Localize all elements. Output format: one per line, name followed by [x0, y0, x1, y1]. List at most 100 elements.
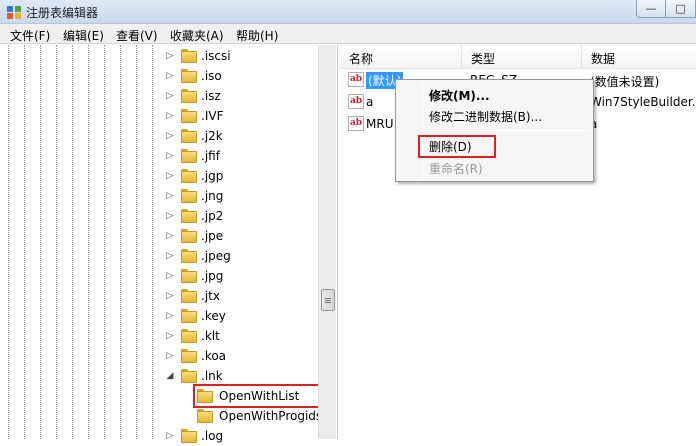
string-value-icon: ab: [348, 94, 364, 109]
menu-edit[interactable]: 编辑(E): [63, 27, 104, 44]
openwithlist-highlight-box: [193, 384, 321, 408]
tree-item[interactable]: ▷ .jtx: [0, 286, 318, 306]
folder-icon: [181, 269, 197, 283]
tree-item-label: .key: [201, 309, 226, 323]
expand-arrow-icon[interactable]: ▷: [165, 310, 175, 322]
minimize-icon: —: [645, 2, 657, 15]
folder-icon: [181, 209, 197, 223]
tree-item[interactable]: ▷ .jpg: [0, 266, 318, 286]
string-value-icon: ab: [348, 72, 364, 87]
tree-item-label: .jng: [201, 189, 224, 203]
tree-item[interactable]: ▷ .jp2: [0, 206, 318, 226]
regedit-app-icon: [7, 6, 21, 19]
expand-arrow-icon[interactable]: ▷: [165, 210, 175, 222]
context-menu: 修改(M)... 修改二进制数据(B)... 删除(D) 重命名(R): [395, 79, 594, 182]
folder-icon: [181, 309, 197, 323]
tree-item-label: .jtx: [201, 289, 220, 303]
column-header-data[interactable]: 数据: [582, 45, 696, 69]
tree-item[interactable]: ▷ .jpe: [0, 226, 318, 246]
tree-item[interactable]: ▷ .klt: [0, 326, 318, 346]
tree-item[interactable]: ▷ .key: [0, 306, 318, 326]
folder-icon: [181, 349, 197, 363]
folder-icon: [181, 229, 197, 243]
tree-item[interactable]: ▷ .koa: [0, 346, 318, 366]
expand-arrow-icon[interactable]: ▷: [165, 110, 175, 122]
folder-icon: [181, 149, 197, 163]
tree-item[interactable]: ◢ .lnk: [0, 366, 318, 386]
menu-view[interactable]: 查看(V): [116, 27, 158, 44]
tree-item-label: .jpe: [201, 229, 224, 243]
maximize-icon: □: [675, 2, 686, 15]
value-data: (数值未设置): [590, 75, 660, 89]
tree-item-label: .klt: [201, 329, 220, 343]
tree-item-label: .iso: [201, 69, 222, 83]
tree-item-label: .IVF: [201, 109, 224, 123]
expand-arrow-icon[interactable]: ▷: [165, 270, 175, 282]
expand-arrow-icon[interactable]: ▷: [165, 250, 175, 262]
folder-icon: [181, 429, 197, 443]
menu-file[interactable]: 文件(F): [10, 27, 50, 44]
expand-arrow-icon[interactable]: ▷: [165, 50, 175, 62]
maximize-button[interactable]: □: [665, 0, 696, 18]
tree-item[interactable]: ▷ .IVF: [0, 106, 318, 126]
folder-icon: [181, 169, 197, 183]
tree-item[interactable]: ▷ .jng: [0, 186, 318, 206]
tree-item-label: .jgp: [201, 169, 224, 183]
menu-help[interactable]: 帮助(H): [236, 27, 278, 44]
expand-arrow-icon[interactable]: ▷: [165, 330, 175, 342]
expand-arrow-icon[interactable]: ▷: [165, 90, 175, 102]
expand-arrow-icon[interactable]: ▷: [165, 130, 175, 142]
folder-icon: [181, 189, 197, 203]
expand-arrow-icon[interactable]: ▷: [165, 170, 175, 182]
minimize-button[interactable]: —: [636, 0, 666, 18]
tree-item[interactable]: ▷ .iso: [0, 66, 318, 86]
delete-highlight-box: [418, 135, 496, 158]
folder-icon: [181, 109, 197, 123]
key-tree-pane[interactable]: ▷ .iscsi ▷ .iso ▷ .isz ▷ .IVF ▷ .j2k ▷ .jfif ▷ .jgp ▷.…: [0, 45, 338, 443]
tree-item[interactable]: ▷ .isz: [0, 86, 318, 106]
title-bar: 注册表编辑器 — □: [0, 0, 696, 24]
column-header-name[interactable]: 名称: [340, 45, 462, 69]
expand-arrow-icon[interactable]: ▷: [165, 430, 175, 442]
menu-item-modify[interactable]: 修改(M)...: [429, 87, 490, 104]
folder-icon: [181, 329, 197, 343]
menu-item-modify-binary[interactable]: 修改二进制数据(B)...: [429, 108, 542, 125]
tree-item[interactable]: ▷ .iscsi: [0, 46, 318, 66]
tree-item-label: OpenWithProgids: [219, 409, 323, 423]
expand-arrow-icon[interactable]: ▷: [165, 290, 175, 302]
expand-arrow-icon[interactable]: ▷: [165, 70, 175, 82]
expand-arrow-icon[interactable]: ▷: [165, 350, 175, 362]
context-menu-separator: [426, 130, 590, 131]
folder-icon: [181, 69, 197, 83]
tree-item[interactable]: ▷ .log: [0, 426, 318, 446]
menu-bar: 文件(F) 编辑(E) 查看(V) 收藏夹(A) 帮助(H): [0, 24, 696, 44]
tree-item[interactable]: ▷ .jgp: [0, 166, 318, 186]
folder-icon: [181, 249, 197, 263]
tree-item[interactable]: ▷ .j2k: [0, 126, 318, 146]
value-name: MRU: [366, 117, 394, 131]
folder-icon: [181, 49, 197, 63]
tree-scrollbar[interactable]: [318, 45, 336, 439]
tree-item-label: .iscsi: [201, 49, 231, 63]
folder-icon: [181, 89, 197, 103]
scrollbar-thumb[interactable]: [321, 289, 335, 311]
collapse-arrow-icon[interactable]: ◢: [165, 370, 175, 382]
column-header-type[interactable]: 类型: [462, 45, 582, 69]
window-title: 注册表编辑器: [26, 6, 99, 20]
tree-item[interactable]: ▷ .jfif: [0, 146, 318, 166]
tree-item-label: .jfif: [201, 149, 220, 163]
folder-icon: [181, 289, 197, 303]
tree-item-label: .koa: [201, 349, 227, 363]
value-data: Win7StyleBuilder.exe: [590, 95, 696, 109]
expand-arrow-icon[interactable]: ▷: [165, 190, 175, 202]
tree-item[interactable]: ▷ .jpeg: [0, 246, 318, 266]
tree-item-label: .lnk: [201, 369, 223, 383]
folder-icon: [197, 409, 213, 423]
tree-item-label: .jp2: [201, 209, 224, 223]
folder-icon: [181, 369, 197, 383]
expand-arrow-icon[interactable]: ▷: [165, 150, 175, 162]
tree-item[interactable]: OpenWithProgids: [0, 406, 322, 426]
menu-favorites[interactable]: 收藏夹(A): [170, 27, 224, 44]
menu-item-rename: 重命名(R): [429, 162, 483, 176]
expand-arrow-icon[interactable]: ▷: [165, 230, 175, 242]
